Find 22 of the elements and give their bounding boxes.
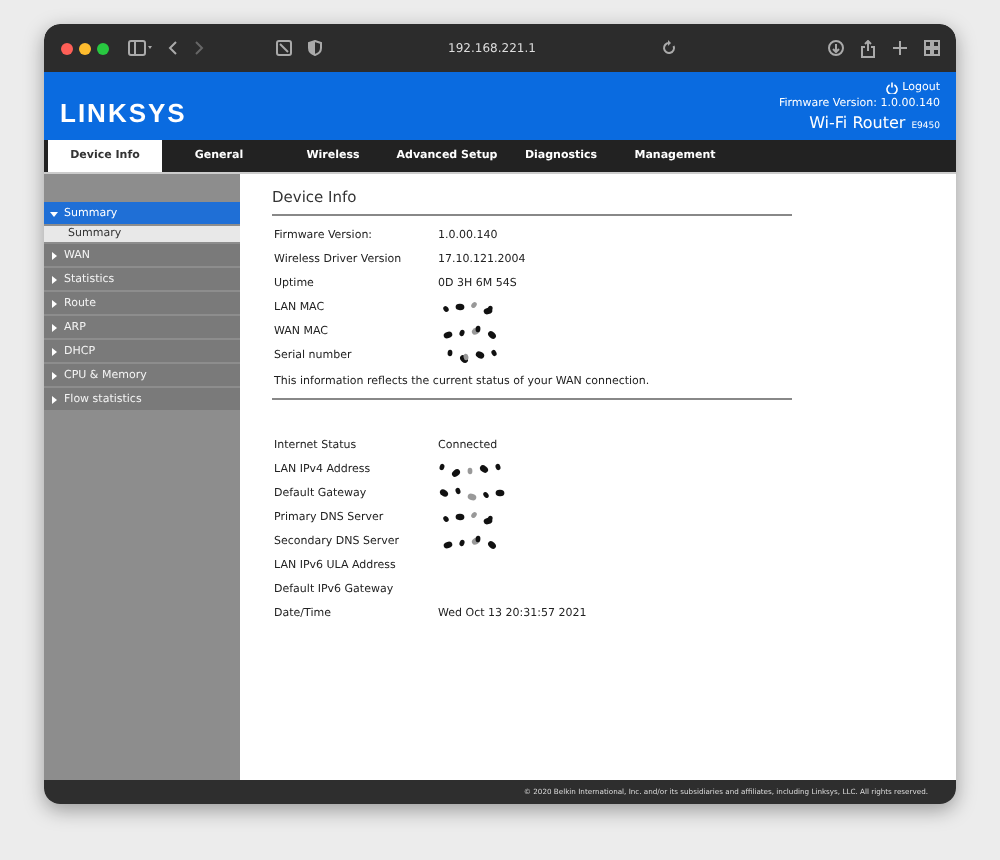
caret-right-icon <box>50 347 58 355</box>
power-icon <box>886 82 899 94</box>
shield-icon[interactable] <box>308 40 322 56</box>
sidebar-icon[interactable] <box>128 40 152 56</box>
caret-right-icon <box>50 395 58 403</box>
download-icon[interactable] <box>828 40 844 56</box>
caret-right-icon <box>50 275 58 283</box>
extension-icon[interactable] <box>276 40 292 56</box>
caret-right-icon <box>50 299 58 307</box>
forward-icon[interactable] <box>194 40 204 56</box>
share-icon[interactable] <box>860 39 876 57</box>
logo: LINKSYS <box>60 98 187 128</box>
caret-right-icon <box>50 371 58 379</box>
back-icon[interactable] <box>168 40 178 56</box>
caret-down-icon <box>50 209 58 217</box>
reload-icon[interactable] <box>662 40 676 56</box>
window-controls-icon[interactable] <box>60 41 112 55</box>
product-name: Wi-Fi Router <box>809 114 906 132</box>
caret-right-icon <box>50 251 58 259</box>
new-tab-icon[interactable] <box>892 40 908 56</box>
caret-right-icon <box>50 323 58 331</box>
tab-overview-icon[interactable] <box>924 40 940 56</box>
